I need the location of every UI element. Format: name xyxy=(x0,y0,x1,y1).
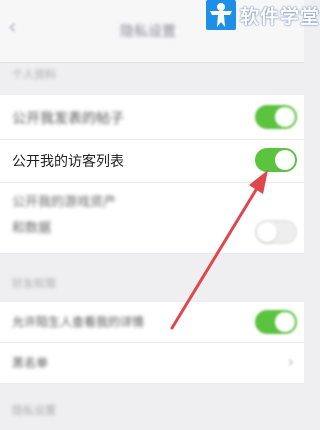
toggle-knob xyxy=(275,312,295,332)
toggle-knob xyxy=(275,107,295,127)
public-assets-toggle[interactable] xyxy=(255,220,297,244)
row-label-line2: 和数据 xyxy=(12,221,52,236)
section-header-friend-permissions: 好友权限 xyxy=(12,277,56,290)
watermark-logo: 软件学堂 xyxy=(206,0,319,33)
logo-text: 软件学堂 xyxy=(240,6,320,28)
back-chevron-icon[interactable]: ‹ xyxy=(8,17,17,39)
setting-row-stranger-view: 允许陌生人查看我的详情 xyxy=(0,302,304,343)
public-visitor-list-toggle[interactable] xyxy=(255,148,297,172)
setting-row-public-visitor-list: 公开我的访客列表 xyxy=(0,140,304,183)
section-header-privacy: 隐私设置 xyxy=(12,404,56,417)
setting-row-blacklist[interactable]: 黑名单 › xyxy=(0,343,304,384)
toggle-knob xyxy=(275,150,295,170)
public-posts-toggle[interactable] xyxy=(255,105,297,129)
setting-row-public-assets: 公开我的游戏资产 和数据 xyxy=(0,183,304,254)
setting-row-public-posts: 公开我发表的帖子 xyxy=(0,95,304,140)
toggle-knob xyxy=(257,222,277,242)
row-label: 黑名单 xyxy=(12,356,49,370)
row-label: 公开我发表的帖子 xyxy=(12,111,124,127)
chevron-right-icon: › xyxy=(287,352,294,371)
row-label: 允许陌生人查看我的详情 xyxy=(12,315,145,329)
stick-figure-logo-icon xyxy=(206,0,236,30)
section-header-profile: 个人资料 xyxy=(12,68,56,81)
row-label-line1: 公开我的游戏资产 xyxy=(12,195,117,210)
page-title: 隐私设置 xyxy=(120,24,176,40)
stranger-view-toggle[interactable] xyxy=(255,310,297,334)
row-label: 公开我的访客列表 xyxy=(12,154,124,170)
